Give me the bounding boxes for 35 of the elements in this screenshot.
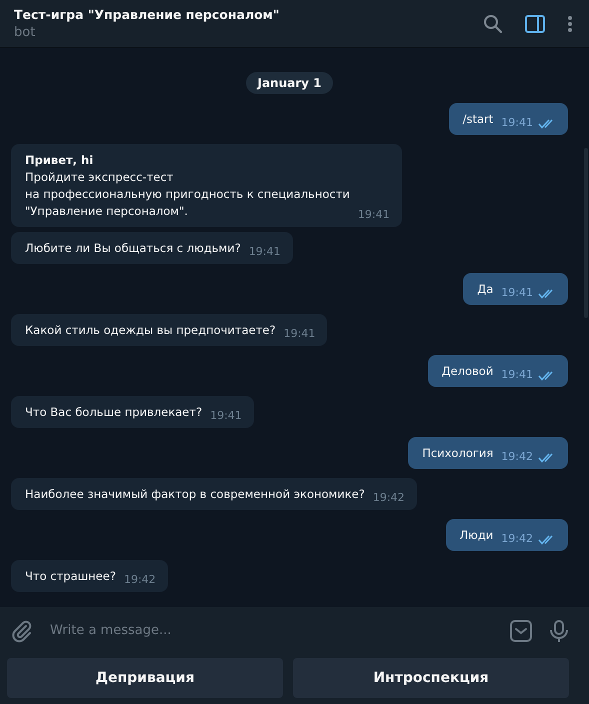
message-time: 19:42: [501, 531, 533, 547]
message-time: 19:41: [501, 367, 533, 383]
reply-button[interactable]: Интроспекция: [293, 658, 569, 698]
message-input[interactable]: Write a message...: [48, 622, 495, 639]
message-text: Привет, hi Пройдите экспресс-тест на профессиональную пригодность к специальности "Управление персоналом".: [25, 152, 350, 220]
message-text: Что Вас больше привлекает?: [25, 404, 202, 421]
paperclip-icon[interactable]: [10, 618, 34, 642]
message-text: Деловой: [442, 363, 494, 380]
message-time: 19:41: [501, 115, 533, 131]
message-text: Психология: [422, 445, 494, 462]
more-icon[interactable]: [567, 14, 573, 32]
message-time: 19:41: [248, 244, 281, 260]
message-time: 19:41: [284, 326, 316, 342]
message-time: 19:42: [501, 449, 533, 465]
message-text: Люди: [460, 527, 494, 544]
message-time: 19:41: [358, 207, 390, 223]
message-composer[interactable]: Write a message...: [0, 607, 589, 654]
message-time: 19:42: [372, 490, 405, 506]
reply-button[interactable]: Депривация: [7, 658, 283, 698]
message-text: /start: [462, 111, 494, 128]
microphone-icon[interactable]: [547, 618, 571, 642]
sidebar-toggle-icon[interactable]: [525, 14, 545, 32]
message-time: 19:42: [124, 572, 156, 588]
date-badge: January 1: [246, 72, 332, 94]
message-text: Да: [477, 281, 494, 298]
chat-title: Тест-игра "Управление персоналом": [14, 7, 280, 22]
message-text: Наиболее значимый фактор в современной экономике?: [25, 486, 365, 503]
keyboard-toggle-icon[interactable]: [509, 618, 533, 642]
message-time: 19:41: [501, 285, 533, 301]
message-text: Какой стиль одежды вы предпочитаете?: [25, 322, 276, 339]
message-time: 19:41: [210, 408, 242, 424]
chat-subtitle: bot: [14, 25, 36, 40]
message-text: Любите ли Вы общаться с людьми?: [25, 240, 241, 257]
message-text: Что страшнее?: [25, 568, 116, 585]
search-icon[interactable]: [483, 14, 503, 34]
